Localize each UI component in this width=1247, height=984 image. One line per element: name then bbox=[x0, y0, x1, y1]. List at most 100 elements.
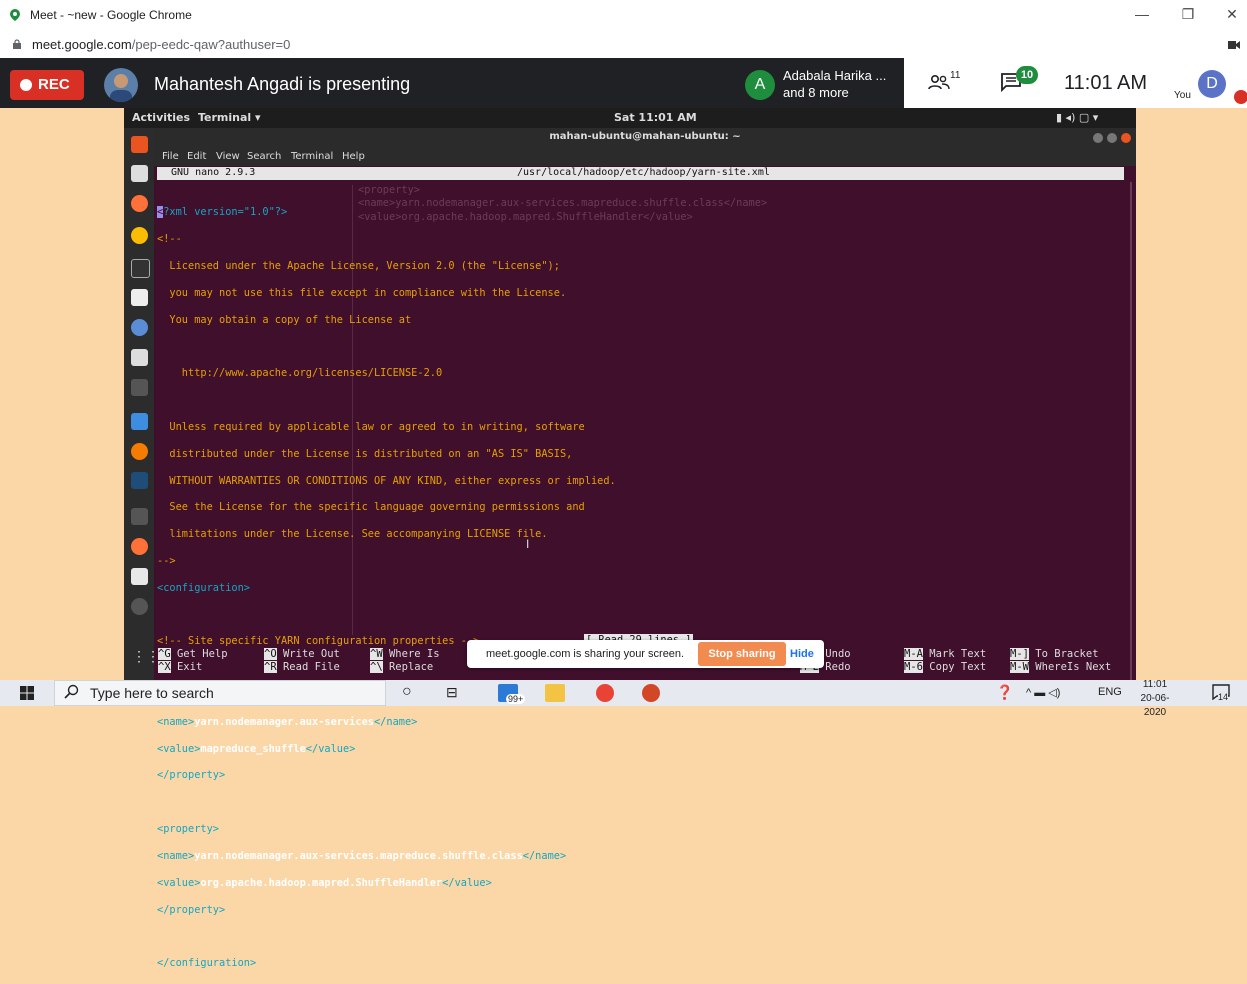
shortcut-where-is[interactable]: ^W Where Is bbox=[370, 648, 440, 660]
maximize-icon[interactable] bbox=[1107, 133, 1117, 143]
cortana-icon[interactable]: ○ bbox=[402, 683, 412, 701]
taskbar-clock[interactable]: 11:01 20-06-2020 bbox=[1133, 678, 1177, 720]
chrome-taskbar-icon[interactable] bbox=[596, 684, 614, 702]
property-open: <property> bbox=[157, 823, 219, 836]
shortcut-copy-text[interactable]: M-6 Copy Text bbox=[904, 661, 986, 673]
configuration-close: </configuration> bbox=[157, 957, 257, 970]
shortcut-whereis-next[interactable]: M-W WhereIs Next bbox=[1010, 661, 1111, 673]
ubuntu-dock: ⋮⋮⋮ bbox=[124, 128, 174, 680]
app-icon[interactable] bbox=[131, 443, 148, 460]
sharing-notice-text: meet.google.com is sharing your screen. bbox=[486, 648, 685, 660]
stop-sharing-button[interactable]: Stop sharing bbox=[698, 642, 786, 666]
property-name-line: <name>yarn.nodemanager.aux-services.mapr… bbox=[157, 849, 567, 862]
license-line: You may obtain a copy of the License at bbox=[157, 313, 412, 326]
minimize-icon[interactable] bbox=[1093, 133, 1103, 143]
property-name-line: <name>yarn.nodemanager.aux-services</nam… bbox=[157, 715, 418, 728]
system-tray-icon[interactable]: ▮ ◂) ▢ ▾ bbox=[1056, 111, 1098, 124]
close-icon[interactable] bbox=[1121, 133, 1131, 143]
restore-button[interactable]: ❐ bbox=[1178, 6, 1198, 23]
todo-icon[interactable] bbox=[131, 413, 148, 430]
address-bar[interactable]: meet.google.com/pep-eedc-qaw?authuser=0 bbox=[0, 32, 1247, 59]
license-line: distributed under the License is distrib… bbox=[157, 447, 573, 460]
ubuntu-clock[interactable]: Sat 11:01 AM bbox=[614, 111, 697, 124]
license-line: Licensed under the Apache License, Versi… bbox=[157, 260, 560, 273]
tray-icons[interactable]: ^ ▬ ◁) bbox=[1026, 686, 1060, 699]
presenter-avatar bbox=[104, 68, 138, 102]
participant-summary[interactable]: Adabala Harika ... and 8 more bbox=[783, 67, 886, 101]
shortcut-read-file[interactable]: ^R Read File bbox=[264, 661, 340, 673]
license-line: you may not use this file except in comp… bbox=[157, 286, 567, 299]
url-text[interactable]: meet.google.com/pep-eedc-qaw?authuser=0 bbox=[32, 37, 290, 52]
shortcut-to-bracket[interactable]: M-] To Bracket bbox=[1010, 648, 1099, 660]
shortcut-write-out[interactable]: ^O Write Out bbox=[264, 648, 340, 660]
terminal-title: mahan-ubuntu@mahan-ubuntu: ~ bbox=[549, 131, 741, 142]
nano-header: GNU nano 2.9.3 /usr/local/hadoop/etc/had… bbox=[157, 167, 1124, 180]
shortcut-exit[interactable]: ^X Exit bbox=[158, 661, 202, 673]
mic-off-icon bbox=[1234, 90, 1247, 104]
app-icon[interactable] bbox=[131, 349, 148, 366]
help-icon[interactable]: ❓ bbox=[996, 684, 1013, 701]
file-explorer-icon[interactable] bbox=[545, 684, 565, 702]
activities-button[interactable]: Activities bbox=[132, 111, 190, 124]
xml-editor-content[interactable]: <?xml version="1.0"?> <!-- Licensed unde… bbox=[157, 193, 616, 984]
shortcut-get-help[interactable]: ^G Get Help bbox=[158, 648, 228, 660]
recording-badge[interactable]: REC bbox=[10, 70, 84, 100]
property-close: </property> bbox=[157, 769, 226, 782]
language-indicator[interactable]: ENG bbox=[1098, 686, 1122, 698]
license-line: Unless required by applicable law or agr… bbox=[157, 420, 585, 433]
close-button[interactable]: ✕ bbox=[1222, 6, 1242, 23]
menu-view[interactable]: View bbox=[216, 151, 240, 162]
task-view-icon[interactable]: ⊟ bbox=[446, 684, 458, 701]
app-icon[interactable] bbox=[131, 598, 148, 615]
settings-icon[interactable] bbox=[131, 379, 148, 396]
lock-icon bbox=[13, 39, 21, 49]
license-line: limitations under the License. See accom… bbox=[157, 528, 548, 541]
record-icon bbox=[20, 79, 32, 91]
menu-terminal[interactable]: Terminal bbox=[291, 151, 333, 162]
software-center-icon[interactable] bbox=[131, 136, 148, 153]
shortcut-mark-text[interactable]: M-A Mark Text bbox=[904, 648, 986, 660]
terminal-icon[interactable] bbox=[131, 259, 150, 278]
people-count: 11 bbox=[950, 70, 961, 81]
chrome-icon[interactable] bbox=[131, 227, 148, 244]
text-cursor-icon: I bbox=[526, 537, 530, 551]
files-icon[interactable] bbox=[131, 165, 148, 182]
configuration-open: <configuration> bbox=[157, 581, 250, 594]
menu-file[interactable]: File bbox=[162, 151, 179, 162]
comment-close: --> bbox=[157, 554, 176, 567]
powerpoint-icon[interactable] bbox=[642, 684, 660, 702]
r-icon[interactable] bbox=[131, 319, 148, 336]
nano-file-path: /usr/local/hadoop/etc/hadoop/yarn-site.x… bbox=[517, 167, 770, 178]
shortcut-replace[interactable]: ^\ Replace bbox=[370, 661, 433, 673]
terminal-scrollbar[interactable] bbox=[1130, 182, 1132, 680]
app-icon[interactable] bbox=[131, 538, 148, 555]
search-placeholder: Type here to search bbox=[90, 685, 214, 701]
nano-version: GNU nano 2.9.3 bbox=[171, 167, 256, 178]
chrome-titlebar: Meet - ~new - Google Chrome — ❐ ✕ bbox=[0, 0, 1247, 32]
terminal-app-menu[interactable]: Terminal ▾ bbox=[198, 111, 261, 124]
people-icon[interactable] bbox=[928, 74, 950, 90]
windows-start-icon[interactable] bbox=[20, 686, 34, 700]
hide-button[interactable]: Hide bbox=[790, 648, 814, 660]
window-title: Meet - ~new - Google Chrome bbox=[30, 8, 192, 22]
menu-search[interactable]: Search bbox=[247, 151, 281, 162]
menu-edit[interactable]: Edit bbox=[187, 151, 206, 162]
app-icon[interactable] bbox=[131, 472, 148, 489]
ubuntu-topbar: Activities Terminal ▾ Sat 11:01 AM ▮ ◂) … bbox=[124, 108, 1136, 128]
meet-clock: 11:01 AM bbox=[1064, 72, 1148, 94]
presenting-label: Mahantesh Angadi is presenting bbox=[154, 74, 411, 94]
app-icon[interactable] bbox=[131, 568, 148, 585]
camera-icon[interactable] bbox=[1228, 41, 1240, 49]
minimize-button[interactable]: — bbox=[1132, 6, 1152, 22]
search-icon bbox=[64, 684, 79, 699]
settings-icon[interactable] bbox=[131, 508, 148, 525]
user-avatar[interactable]: D bbox=[1198, 70, 1226, 98]
terminal-menubar: File Edit View Search Terminal Help bbox=[154, 148, 1136, 166]
participant-avatar: A bbox=[745, 70, 775, 100]
text-editor-icon[interactable] bbox=[131, 289, 148, 306]
menu-help[interactable]: Help bbox=[342, 151, 365, 162]
xml-declaration: <?xml version="1.0"?> bbox=[157, 206, 288, 219]
firefox-icon[interactable] bbox=[131, 195, 148, 212]
